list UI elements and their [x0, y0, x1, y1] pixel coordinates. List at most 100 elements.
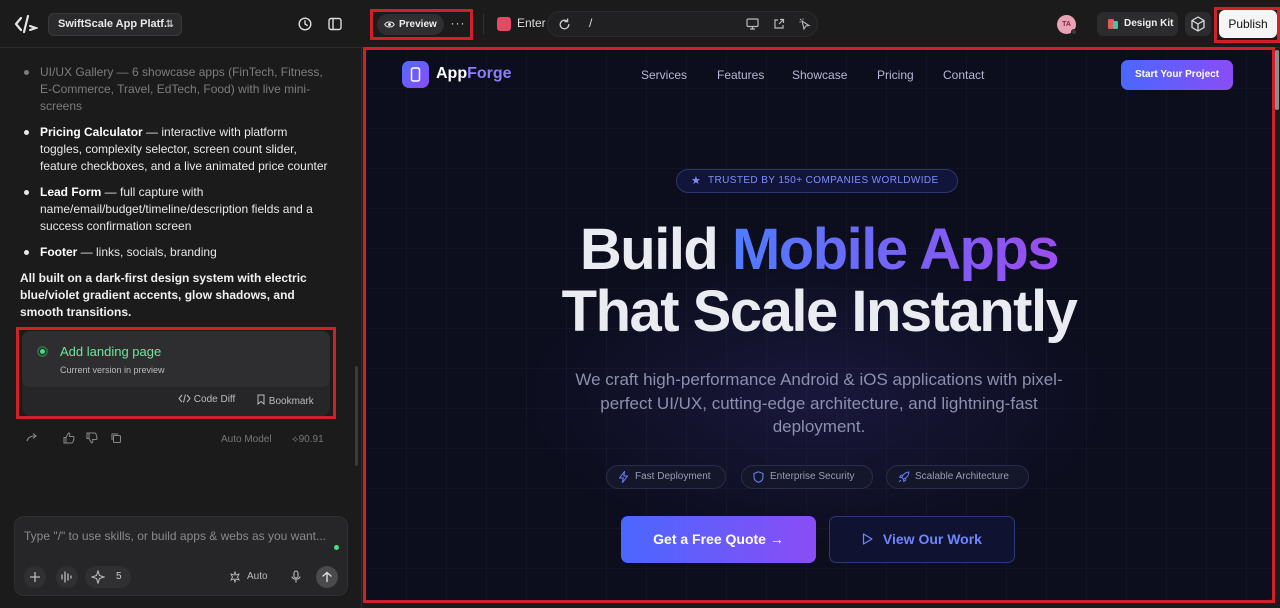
skills-count: 5: [116, 571, 122, 582]
nav-link-services[interactable]: Services: [641, 68, 687, 82]
status-dot: [1071, 29, 1077, 35]
code-diff-button[interactable]: Code Diff: [178, 394, 235, 405]
online-dot: [334, 545, 339, 550]
open-external-icon[interactable]: [768, 13, 790, 35]
star-icon: ★: [691, 175, 702, 187]
version-subtitle: Current version in preview: [60, 365, 165, 375]
credits-icon: ⟡: [292, 434, 299, 445]
bookmark-icon: [257, 394, 265, 406]
brand-name[interactable]: AppForge: [436, 65, 512, 83]
nav-link-features[interactable]: Features: [717, 68, 764, 82]
project-selector[interactable]: SwiftScale App Platf... ⇅: [48, 13, 182, 36]
list-item: Lead Form — full capture with name/email…: [20, 184, 330, 235]
top-bar: SwiftScale App Platf... ⇅ Preview ··· En…: [0, 0, 1280, 48]
chat-panel: UI/UX Gallery — 6 showcase apps (FinTech…: [0, 48, 362, 608]
bookmark-label: Bookmark: [268, 396, 314, 407]
design-kit-label: Design Kit: [1124, 18, 1174, 29]
more-options-icon[interactable]: ···: [450, 14, 466, 35]
start-project-button[interactable]: Start Your Project: [1121, 60, 1233, 90]
message-actions: [26, 432, 336, 446]
thumbs-down-icon[interactable]: [86, 432, 98, 444]
publish-button[interactable]: Publish: [1219, 10, 1277, 38]
enter-label[interactable]: Enter: [517, 16, 546, 30]
feature-pill-fast-deployment: Fast Deployment: [606, 465, 726, 489]
shield-icon: [753, 471, 764, 483]
trust-badge-label: TRUSTED BY 150+ COMPANIES WORLDWIDE: [708, 175, 939, 186]
credits-value: 90.91: [298, 434, 324, 445]
item-text: UI/UX Gallery — 6 showcase apps (FinTech…: [40, 65, 323, 113]
feature-pill-scalable-architecture: Scalable Architecture: [886, 465, 1029, 489]
sidebar-toggle-icon[interactable]: [324, 13, 346, 35]
rocket-icon: [898, 471, 910, 483]
headline-part: Build: [579, 217, 732, 282]
hero-headline-line-1: Build Mobile Apps: [366, 219, 1272, 281]
item-text: — links, socials, branding: [77, 245, 217, 259]
view-work-label: View Our Work: [882, 531, 982, 547]
preview-scrollbar[interactable]: [1275, 50, 1279, 110]
bookmark-button[interactable]: Bookmark: [256, 394, 314, 407]
headline-highlight: Mobile Apps: [731, 217, 1060, 282]
feature-pill-enterprise-security: Enterprise Security: [741, 465, 873, 489]
thumbs-up-icon[interactable]: [63, 432, 75, 444]
preview-tab[interactable]: Preview: [377, 14, 444, 35]
summary-text: All built on a dark-first design system …: [20, 271, 307, 319]
project-name: SwiftScale App Platf...: [58, 18, 174, 30]
desktop-view-icon[interactable]: [741, 13, 763, 35]
design-kit-button[interactable]: Design Kit: [1097, 12, 1178, 36]
add-attachment-button[interactable]: [24, 566, 46, 588]
site-preview[interactable]: AppForge Services Features Showcase Pric…: [366, 48, 1272, 601]
nav-link-contact[interactable]: Contact: [943, 68, 984, 82]
version-status-icon: [37, 346, 48, 357]
magic-select-icon[interactable]: [794, 13, 816, 35]
app-logo-icon[interactable]: [14, 14, 38, 34]
url-path: /: [589, 16, 593, 30]
version-card[interactable]: Add landing page Current version in prev…: [22, 331, 330, 416]
brand-part-1: App: [436, 65, 468, 82]
brand-logo-icon[interactable]: [402, 61, 429, 88]
share-icon[interactable]: [26, 432, 38, 444]
auto-mode-icon: [230, 571, 240, 583]
microphone-icon[interactable]: [290, 570, 302, 584]
cube-icon[interactable]: [1185, 12, 1211, 36]
nav-link-showcase[interactable]: Showcase: [792, 68, 847, 82]
waveform-icon: [61, 571, 72, 583]
assistant-message: UI/UX Gallery — 6 showcase apps (FinTech…: [20, 64, 330, 321]
app-window: SwiftScale App Platf... ⇅ Preview ··· En…: [0, 0, 1280, 608]
chevron-updown-icon: ⇅: [165, 19, 174, 30]
brand-part-2: Forge: [467, 65, 512, 82]
trust-badge: ★ TRUSTED BY 150+ COMPANIES WORLDWIDE: [676, 169, 958, 193]
refresh-icon[interactable]: [553, 13, 575, 35]
composer-input[interactable]: Type "/" to use skills, or build apps & …: [24, 529, 326, 543]
list-item: UI/UX Gallery — 6 showcase apps (FinTech…: [20, 64, 330, 115]
feature-pill-label: Enterprise Security: [770, 471, 855, 482]
auto-mode-button[interactable]: Auto: [247, 571, 268, 582]
code-diff-label: Code Diff: [193, 394, 236, 405]
chat-composer[interactable]: Type "/" to use skills, or build apps & …: [14, 516, 348, 596]
nav-link-pricing[interactable]: Pricing: [877, 68, 914, 82]
list-item: Footer — links, socials, branding: [20, 244, 330, 261]
skills-button[interactable]: 5: [85, 566, 131, 588]
sparkle-icon: [91, 570, 105, 584]
chat-scrollbar[interactable]: [355, 366, 358, 466]
copy-icon[interactable]: [110, 432, 122, 444]
view-work-button[interactable]: View Our Work: [829, 516, 1015, 563]
user-avatar[interactable]: TA: [1057, 15, 1077, 35]
item-title: Pricing Calculator: [40, 125, 143, 139]
version-header: Add landing page Current version in prev…: [22, 331, 330, 387]
item-title: Lead Form: [40, 185, 102, 199]
preview-label: Preview: [399, 19, 437, 30]
voice-wave-button[interactable]: [56, 566, 78, 588]
feature-list: UI/UX Gallery — 6 showcase apps (FinTech…: [20, 64, 330, 261]
code-icon: [178, 394, 191, 403]
get-quote-button[interactable]: Get a Free Quote →: [621, 516, 816, 563]
hero-headline-line-2: That Scale Instantly: [561, 279, 1078, 344]
feature-pill-label: Scalable Architecture: [915, 471, 1009, 482]
history-icon[interactable]: [294, 13, 316, 35]
avatar-initials: TA: [1062, 21, 1071, 28]
send-button[interactable]: [316, 566, 338, 588]
arrow-up-icon: [322, 571, 332, 583]
model-label: Auto Model: [221, 434, 272, 445]
credits-count: ⟡90.91: [292, 434, 324, 445]
design-kit-icon: [1108, 19, 1118, 29]
version-title: Add landing page: [60, 344, 162, 359]
